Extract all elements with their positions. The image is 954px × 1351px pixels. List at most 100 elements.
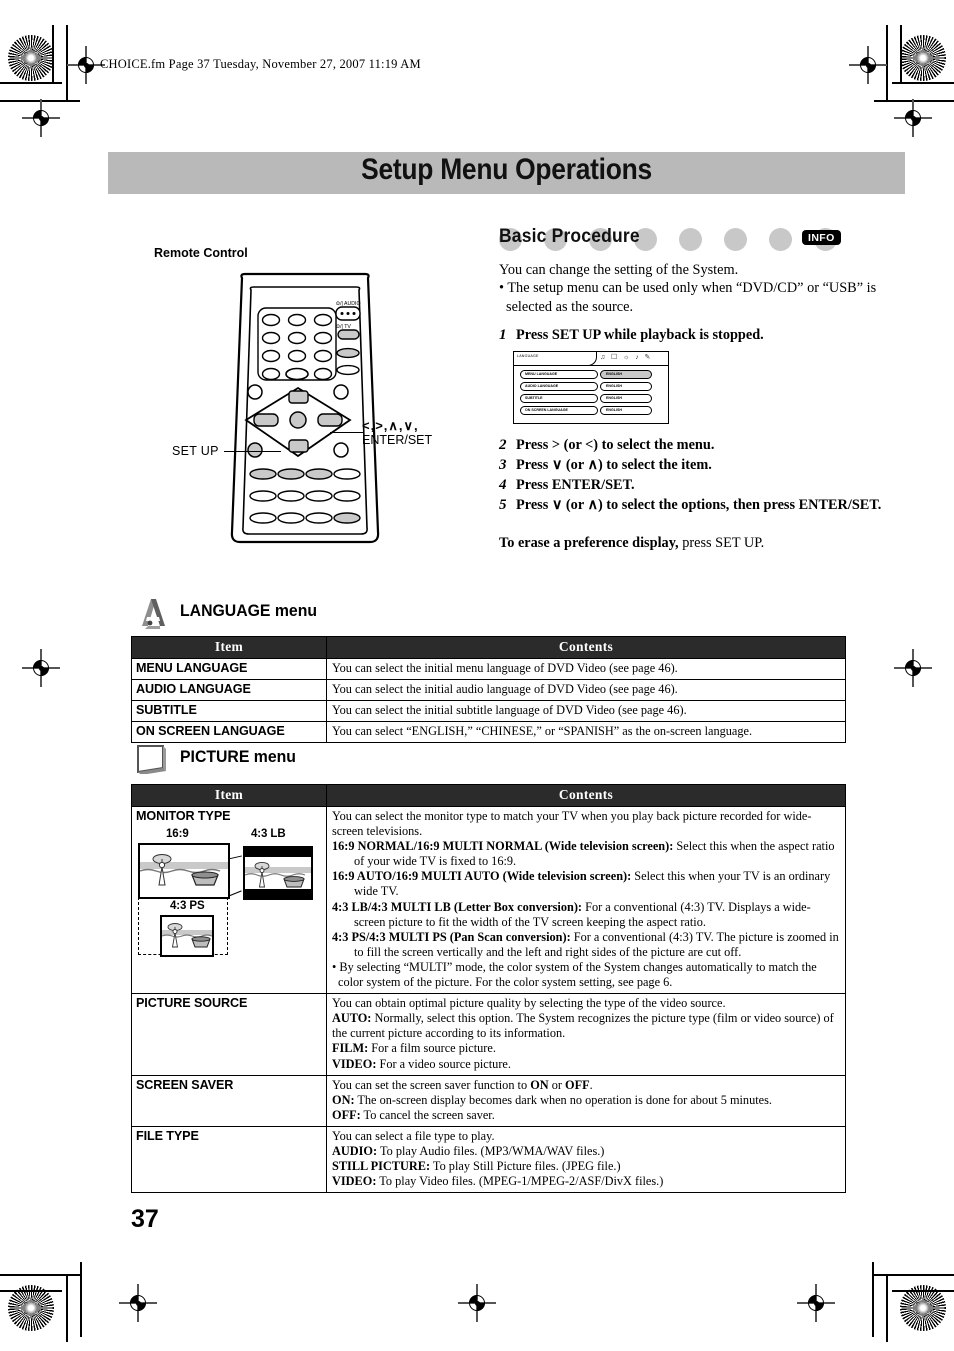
table-row: MENU LANGUAGE You can select the initial… bbox=[131, 657, 846, 681]
osd-row-3-name: ON SCREEN LANGUAGE bbox=[525, 408, 568, 413]
step-4: 4 Press ENTER/SET. bbox=[499, 476, 907, 495]
picture-col-item: Item bbox=[131, 784, 327, 807]
figure-169-screen bbox=[138, 843, 230, 900]
step-3-number: 3 bbox=[499, 456, 507, 473]
step-2-text: Press > (or <) to select the menu. bbox=[516, 436, 715, 453]
osd-row-2-value: ENGLISH bbox=[606, 396, 622, 401]
density-target-bottom-right bbox=[900, 1285, 946, 1331]
screen-saver-option-1-term: OFF: bbox=[332, 1107, 361, 1122]
page-number: 37 bbox=[131, 1205, 159, 1233]
step-1-number: 1 bbox=[499, 326, 507, 343]
language-menu-heading: LANGUAGE menu bbox=[136, 596, 536, 636]
remote-control-illustration: ⏼/| AUDIO ⏼/| TV bbox=[210, 270, 400, 555]
language-row-2-item: SUBTITLE bbox=[131, 700, 327, 723]
language-row-3-item: ON SCREEN LANGUAGE bbox=[131, 721, 327, 744]
language-row-0-contents: You can select the initial menu language… bbox=[326, 657, 846, 681]
svg-text:⏼/| AUDIO: ⏼/| AUDIO bbox=[336, 301, 360, 307]
step-3-text: Press ∨ (or ∧) to select the item. bbox=[516, 456, 712, 473]
erase-note-bold: To erase a preference display, bbox=[499, 534, 679, 551]
monitor-type-contents-cell: You can select the monitor type to match… bbox=[326, 805, 846, 995]
monitor-type-item-cell: MONITOR TYPE 16:9 4:3 LB 4:3 PS bbox=[131, 805, 327, 995]
picture-source-option-2-desc: For a video source picture. bbox=[376, 1056, 511, 1071]
osd-language-screen: LANGUAGE ♫ ☐ ☼ ♪ ✎ MENU LANGUAGE ENGLISH… bbox=[513, 350, 669, 424]
density-target-top-right bbox=[900, 35, 946, 81]
file-type-option-1-desc: To play Still Picture files. (JPEG file.… bbox=[430, 1159, 621, 1174]
osd-row-3-value: ENGLISH bbox=[606, 408, 622, 413]
screen-saver-intro-b: or bbox=[548, 1077, 566, 1092]
density-target-top-left bbox=[8, 35, 54, 81]
screen-saver-contents-cell: You can set the screen saver function to… bbox=[326, 1074, 846, 1127]
screen-saver-option-0-term: ON: bbox=[332, 1092, 355, 1107]
basic-procedure-intro-block: You can change the setting of the System… bbox=[499, 261, 907, 316]
file-type-option-2-term: VIDEO: bbox=[332, 1174, 377, 1189]
intro-text: You can change the setting of the System… bbox=[499, 262, 739, 278]
picture-source-option-2-term: VIDEO: bbox=[332, 1056, 377, 1071]
language-row-2-contents: You can select the initial subtitle lang… bbox=[326, 700, 846, 723]
screen-saver-intro-on: ON bbox=[530, 1077, 549, 1092]
step-4-text: Press ENTER/SET. bbox=[516, 476, 635, 493]
screen-saver-intro-c: . bbox=[589, 1077, 593, 1092]
table-row-file-type: FILE TYPE You can select a file type to … bbox=[131, 1125, 846, 1194]
step-5: 5 Press ∨ (or ∧) to select the options, … bbox=[499, 496, 907, 515]
monitor-type-intro: You can select the monitor type to match… bbox=[332, 809, 812, 839]
picture-source-option-0-desc: Normally, select this option. The System… bbox=[332, 1011, 834, 1041]
picture-menu-heading: PICTURE menu bbox=[136, 742, 536, 784]
table-row: AUDIO LANGUAGE You can select the initia… bbox=[131, 679, 846, 702]
step-2: 2 Press > (or <) to select the menu. bbox=[499, 436, 907, 455]
osd-tab-bar: LANGUAGE ♫ ☐ ☼ ♪ ✎ bbox=[514, 351, 668, 366]
table-row: ON SCREEN LANGUAGE You can select “ENGLI… bbox=[131, 721, 846, 744]
page-title-banner: Setup Menu Operations bbox=[108, 152, 905, 194]
monitor-type-option-2: 4:3 LB/4:3 MULTI LB (Letter Box conversi… bbox=[332, 900, 840, 930]
callout-nav-arrows: <,>,∧,∨, bbox=[362, 418, 419, 433]
remote-setup-button[interactable] bbox=[247, 442, 263, 458]
print-file-header: CHOICE.fm Page 37 Tuesday, November 27, … bbox=[100, 57, 421, 71]
step-2-number: 2 bbox=[499, 436, 507, 453]
picture-source-option-1-term: FILM: bbox=[332, 1041, 369, 1056]
screen-saver-option-1: OFF: To cancel the screen saver. bbox=[332, 1108, 840, 1123]
step-4-number: 4 bbox=[499, 476, 507, 493]
osd-tab-language-label: LANGUAGE bbox=[517, 353, 539, 358]
file-type-contents-cell: You can select a file type to play. AUDI… bbox=[326, 1125, 846, 1194]
registration-target-left-upper bbox=[22, 99, 60, 137]
osd-row-0-value: ENGLISH bbox=[606, 372, 622, 377]
registration-target-right-upper bbox=[894, 99, 932, 137]
table-row-monitor-type: MONITOR TYPE 16:9 4:3 LB 4:3 PS You can … bbox=[131, 805, 846, 995]
picture-col-contents: Contents bbox=[326, 784, 846, 807]
density-target-bottom-left bbox=[8, 1285, 54, 1331]
language-row-1-contents: You can select the initial audio languag… bbox=[326, 679, 846, 702]
language-menu-table: Item Contents MENU LANGUAGE You can sele… bbox=[131, 636, 846, 744]
step-5-number: 5 bbox=[499, 496, 507, 513]
intro-bullet: • The setup menu can be used only when “… bbox=[499, 280, 877, 315]
remote-control-panel: Remote Control ⏼/| AUDIO ⏼/| TV bbox=[140, 238, 465, 558]
monitor-type-item-label: MONITOR TYPE bbox=[136, 809, 231, 823]
picture-menu-title: PICTURE menu bbox=[180, 747, 296, 766]
fig-label-43lb: 4:3 LB bbox=[251, 828, 286, 841]
picture-menu-table: Item Contents MONITOR TYPE 16:9 4:3 LB 4… bbox=[131, 784, 846, 1194]
callout-setup: SET UP bbox=[172, 444, 219, 458]
table-row-picture-source: PICTURE SOURCE You can obtain optimal pi… bbox=[131, 993, 846, 1076]
monitor-type-option-1: 16:9 AUTO/16:9 MULTI AUTO (Wide televisi… bbox=[332, 869, 840, 899]
picture-source-intro: You can obtain optimal picture quality b… bbox=[332, 996, 726, 1011]
screen-saver-option-1-desc: To cancel the screen saver. bbox=[360, 1107, 495, 1122]
table-header-row: Item Contents bbox=[131, 784, 846, 807]
osd-row-0-name: MENU LANGUAGE bbox=[525, 372, 558, 377]
erase-note-rest: press SET UP. bbox=[678, 534, 765, 551]
language-row-1-item: AUDIO LANGUAGE bbox=[131, 679, 327, 702]
table-header-row: Item Contents bbox=[131, 636, 846, 659]
monitor-type-option-1-term: 16:9 AUTO/16:9 MULTI AUTO (Wide televisi… bbox=[332, 869, 632, 884]
basic-procedure-header: Basic Procedure INFO bbox=[499, 226, 907, 254]
picture-source-option-1-desc: For a film source picture. bbox=[368, 1041, 496, 1056]
step-1-text: Press SET UP while playback is stopped. bbox=[516, 326, 764, 343]
file-type-option-0: AUDIO: To play Audio files. (MP3/WMA/WAV… bbox=[332, 1144, 840, 1159]
basic-procedure-section: Basic Procedure INFO You can change the … bbox=[499, 226, 907, 552]
picture-source-option-0-term: AUTO: bbox=[332, 1011, 372, 1026]
figure-43ps-screen bbox=[160, 915, 214, 958]
step-1: 1 Press SET UP while playback is stopped… bbox=[499, 326, 907, 345]
registration-target-top-left bbox=[67, 46, 105, 84]
osd-row-1-value: ENGLISH bbox=[606, 384, 622, 389]
monitor-type-option-3: 4:3 PS/4:3 MULTI PS (Pan Scan conversion… bbox=[332, 930, 840, 960]
screen-saver-option-0-desc: The on-screen display becomes dark when … bbox=[354, 1092, 772, 1107]
registration-target-bottom-right bbox=[797, 1284, 835, 1322]
language-col-contents: Contents bbox=[326, 636, 846, 659]
file-type-option-1: STILL PICTURE: To play Still Picture fil… bbox=[332, 1159, 840, 1174]
